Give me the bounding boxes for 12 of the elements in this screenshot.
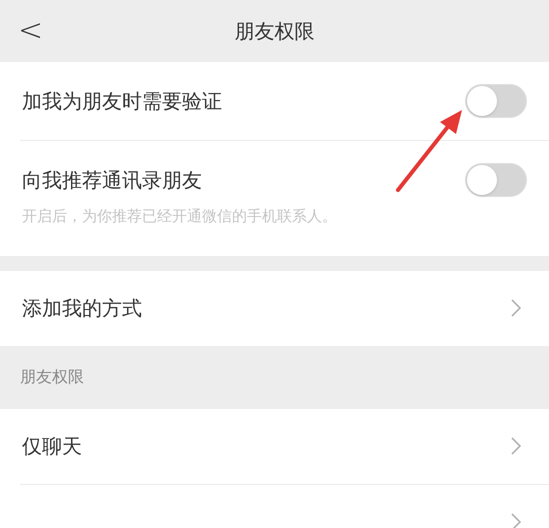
chevron-right-icon — [511, 513, 521, 528]
list-item[interactable]: 添加我的方式 — [0, 270, 549, 346]
toggle-switch[interactable] — [465, 84, 527, 118]
chevron-right-icon — [511, 437, 521, 455]
page-title: 朋友权限 — [234, 18, 314, 45]
section-title: 朋友权限 — [20, 366, 84, 388]
setting-label: 向我推荐通讯录朋友 — [22, 167, 203, 194]
back-button[interactable]: < — [18, 16, 44, 46]
chevron-right-icon — [511, 299, 521, 317]
setting-hint: 开启后，为你推荐已经开通微信的手机联系人。 — [21, 206, 338, 227]
toggle-switch[interactable] — [465, 163, 527, 197]
setting-label: 加我为朋友时需要验证 — [22, 88, 223, 115]
